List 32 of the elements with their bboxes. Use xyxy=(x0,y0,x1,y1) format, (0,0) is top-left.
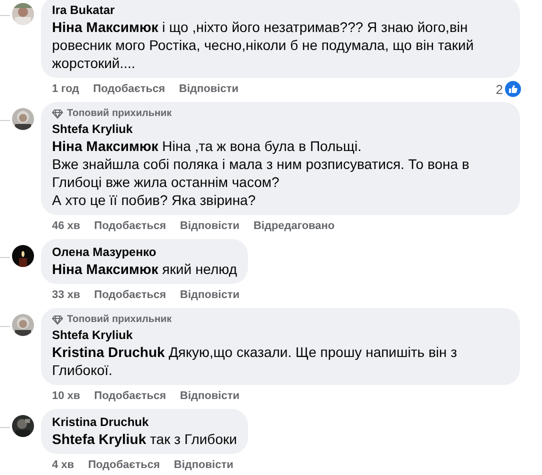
diamond-icon xyxy=(52,108,63,118)
timestamp-link[interactable]: 4 хв xyxy=(52,459,74,471)
timestamp-link[interactable]: 1 год xyxy=(52,83,80,95)
author-name[interactable]: Kristina Druchuk xyxy=(52,414,237,430)
reaction-count[interactable]: 2 xyxy=(496,82,503,96)
diamond-icon xyxy=(52,314,63,324)
like-button[interactable]: Подобається xyxy=(94,220,166,232)
reply-button[interactable]: Відповісти xyxy=(179,83,238,95)
like-button[interactable]: Подобається xyxy=(94,390,166,402)
reply-button[interactable]: Відповісти xyxy=(180,289,240,301)
edited-label: Відредаговано xyxy=(253,220,335,232)
reply-button[interactable]: Відповісти xyxy=(174,459,234,471)
like-button[interactable]: Подобається xyxy=(88,459,160,471)
comment-text: Ніна Максимюк який нелюд xyxy=(52,260,238,278)
author-name[interactable]: Ira Bukatar xyxy=(52,2,509,18)
badge-label: Топовий прихильник xyxy=(67,314,172,325)
comment-text: Ніна Максимюк Ніна ,та ж вона була в Польщі. Вже знайшла собі поляка і мала з ним розписуватися. То вона в Глибоці вже жила останнім часом? А хто це її побив? Яка звірина? xyxy=(52,137,470,209)
comment-text: Ніна Максимюк і що ,ніхто його незатримав??? Я знаю його,він ровесник мого Ростіка, чесно,ніколи б не подумала, що він такий жорстокий.... xyxy=(52,18,475,72)
timestamp-link[interactable]: 10 хв xyxy=(52,390,80,402)
timestamp-link[interactable]: 33 хв xyxy=(52,289,80,301)
reply-button[interactable]: Відповісти xyxy=(180,390,240,402)
comment-text: Shtefa Kryliuk так з Глибоки xyxy=(52,430,237,448)
comment-text: Kristina Druchuk Дякую,що сказали. Ще прошу напишіть він з Глибокої. xyxy=(52,343,458,379)
thumbs-up-icon xyxy=(505,81,521,97)
reply-button[interactable]: Відповісти xyxy=(180,220,240,232)
author-name[interactable]: Shtefa Kryliuk xyxy=(52,121,509,137)
like-button[interactable]: Подобається xyxy=(94,289,166,301)
badge-label: Топовий прихильник xyxy=(67,108,172,119)
author-name[interactable]: Shtefa Kryliuk xyxy=(52,327,509,343)
like-button[interactable]: Подобається xyxy=(93,83,166,95)
timestamp-link[interactable]: 46 хв xyxy=(52,220,80,232)
author-name[interactable]: Олена Мазуренко xyxy=(52,244,238,260)
